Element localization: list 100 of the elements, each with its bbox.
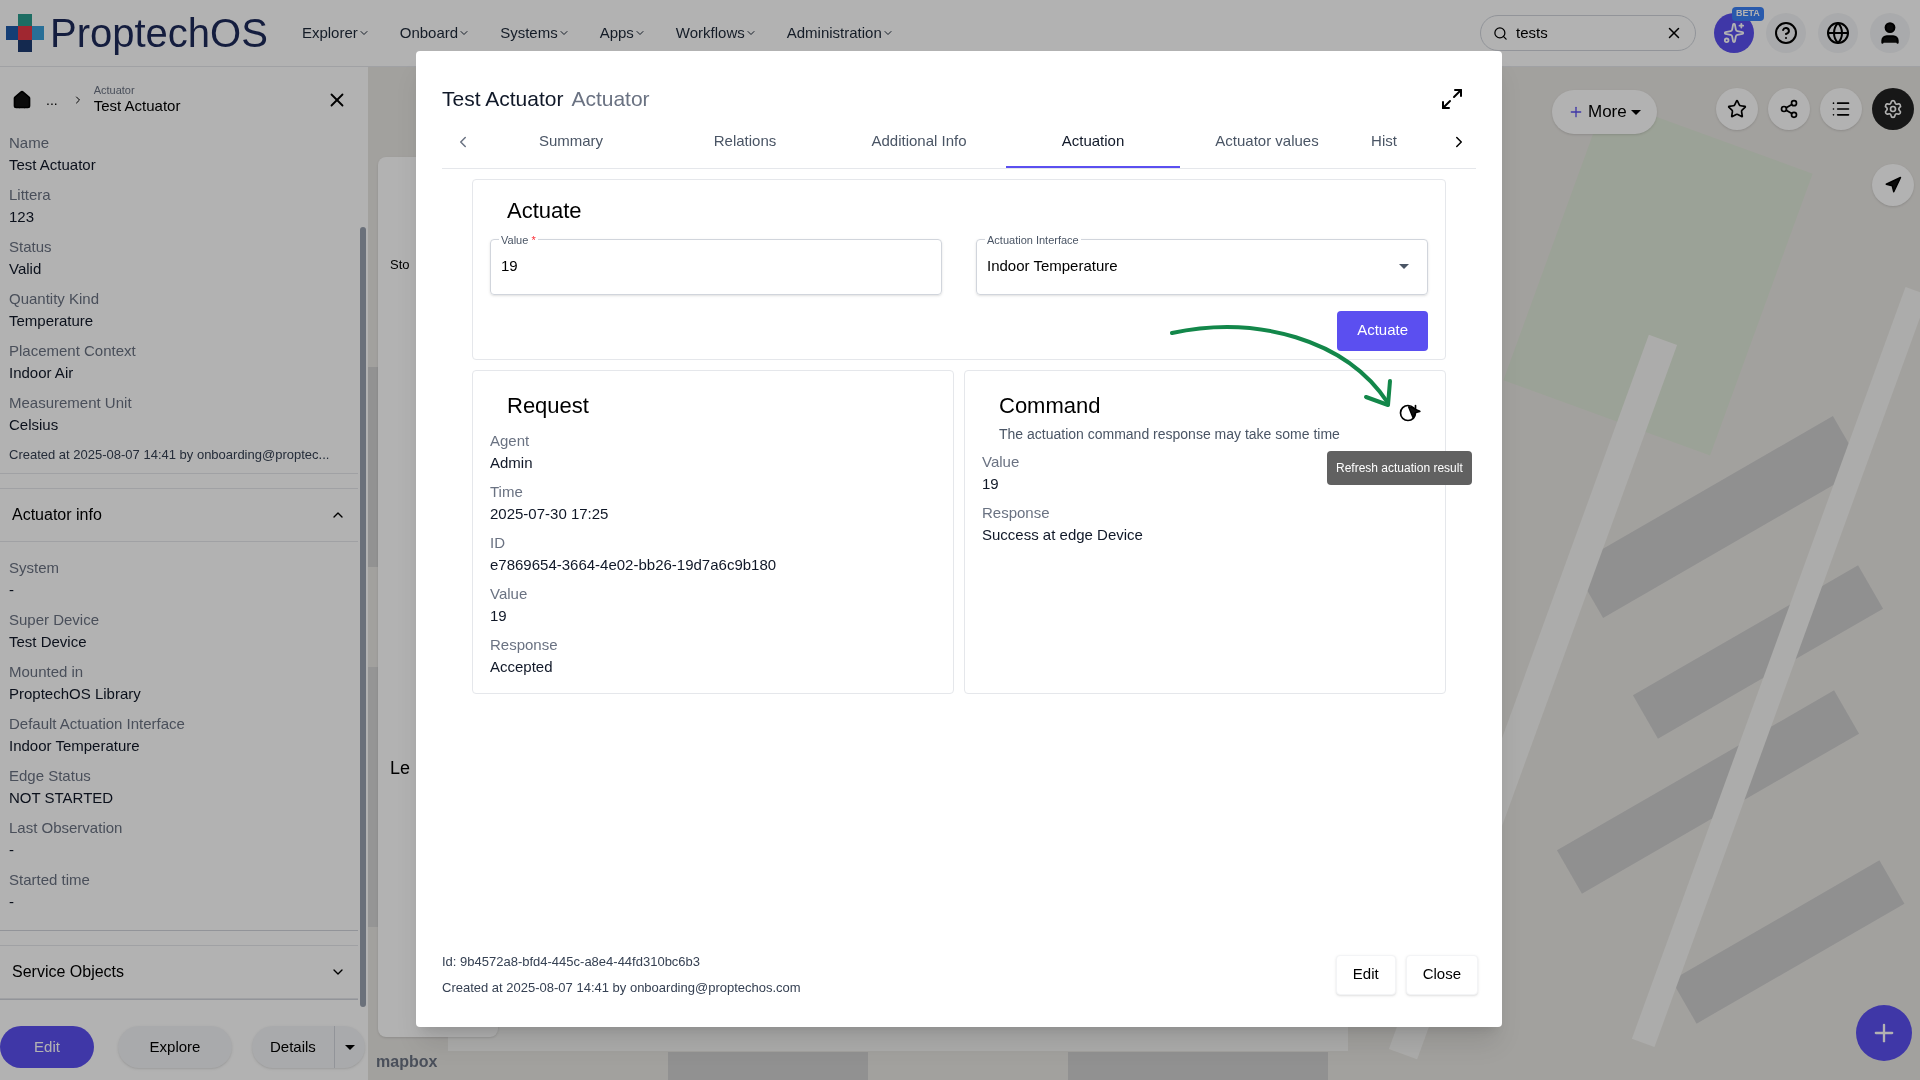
- section-header[interactable]: Actuator info: [0, 487, 358, 542]
- field-value: NOT STARTED: [9, 787, 114, 808]
- plus-icon: [1568, 104, 1584, 120]
- list-icon: [1831, 99, 1851, 119]
- nav-menu[interactable]: Systems: [500, 21, 570, 45]
- globe-icon: [1826, 21, 1850, 45]
- dialog-title: Test Actuator: [442, 86, 564, 112]
- tab[interactable]: Relations: [658, 116, 832, 168]
- map-attribution: mapbox: [376, 1052, 438, 1072]
- edit-button[interactable]: Edit: [0, 1026, 94, 1068]
- nav-menu[interactable]: Administration: [786, 21, 894, 45]
- field-label: Mounted in: [9, 661, 84, 682]
- field-label: Response: [490, 634, 558, 655]
- tooltip: Refresh actuation result: [1327, 451, 1472, 485]
- field-label: Value: [490, 583, 528, 604]
- nav-menu[interactable]: Apps: [599, 21, 646, 45]
- tab[interactable]: Summary: [484, 116, 658, 168]
- field-value: Indoor Temperature: [9, 735, 140, 756]
- search-value: tests: [1516, 22, 1549, 43]
- caret-icon: [1399, 264, 1409, 269]
- field-value: 2025-07-30 17:25: [490, 503, 609, 524]
- breadcrumb-title: Test Actuator: [93, 96, 181, 116]
- field-value: Test Device: [9, 631, 87, 652]
- field-label: Default Actuation Interface: [9, 713, 185, 734]
- field-value: 19: [982, 473, 999, 494]
- nav-menu[interactable]: Onboard: [399, 21, 471, 45]
- language-button[interactable]: [1818, 13, 1858, 53]
- field-label: Super Device: [9, 609, 100, 630]
- actuate-button[interactable]: Actuate: [1337, 310, 1428, 351]
- caret-icon: [1630, 109, 1641, 115]
- more-button[interactable]: More: [1552, 90, 1657, 134]
- home-icon[interactable]: [12, 90, 32, 110]
- share-icon: [1779, 99, 1799, 119]
- dialog-created: Created at 2025-08-07 14:41 by onboarding@proptechos.com: [442, 978, 801, 997]
- details-label[interactable]: Details: [252, 1035, 334, 1059]
- card-text: Sto: [390, 256, 411, 274]
- caret-icon[interactable]: [344, 1044, 355, 1050]
- search-icon: [1493, 25, 1508, 41]
- explore-button[interactable]: Explore: [118, 1026, 232, 1068]
- field-value: Valid: [9, 259, 42, 279]
- field-label: System: [9, 557, 59, 578]
- help-button[interactable]: [1766, 13, 1806, 53]
- app-logo[interactable]: ProptechOS: [50, 13, 268, 53]
- field-value: Success at edge Device: [982, 524, 1143, 545]
- user-button[interactable]: [1870, 13, 1910, 53]
- card-title: Actuate: [507, 196, 583, 225]
- field-label: Status: [9, 237, 52, 257]
- tab[interactable]: Hist: [1364, 116, 1404, 168]
- field-value: Admin: [490, 452, 533, 473]
- field-value: Test Actuator: [9, 155, 96, 175]
- field-value: 19: [490, 605, 507, 626]
- field-value: Indoor Air: [9, 363, 74, 383]
- footer-button[interactable]: Close: [1405, 954, 1478, 995]
- field-label: Edge Status: [9, 765, 91, 786]
- sparkles-icon: [1723, 22, 1745, 44]
- field-value: Indoor Temperature: [987, 256, 1118, 277]
- breadcrumb-ellipsis[interactable]: ...: [46, 89, 58, 111]
- field-label: Quantity Kind: [9, 289, 100, 309]
- field-label: ID: [490, 532, 505, 553]
- star-icon: [1727, 99, 1747, 119]
- field-label: Agent: [490, 430, 530, 451]
- details-split-button[interactable]: Details: [252, 1026, 365, 1068]
- field-value: -: [9, 891, 14, 912]
- field-value: -: [9, 839, 14, 860]
- field-label: Last Observation: [9, 817, 123, 838]
- field-value: ProptechOS Library: [9, 683, 141, 704]
- help-icon: [1774, 21, 1798, 45]
- field-label: Response: [982, 502, 1050, 523]
- expand-icon[interactable]: [1440, 86, 1464, 111]
- settings-icon: [1883, 99, 1903, 119]
- search-field[interactable]: tests: [1480, 15, 1696, 51]
- field-value: Temperature: [9, 311, 94, 331]
- field-value: 123: [9, 207, 35, 227]
- nav-menu[interactable]: Explorer: [301, 21, 370, 45]
- created-text: Created at 2025-08-07 14:41 by onboarding@proptec...: [9, 446, 331, 464]
- card-title: Request: [507, 391, 590, 420]
- field-value: Celsius: [9, 415, 59, 435]
- tab[interactable]: Actuator values: [1180, 116, 1354, 168]
- tab[interactable]: Additional Info: [832, 116, 1006, 168]
- beta-badge: BETA: [1732, 7, 1764, 21]
- field-value: 19: [501, 256, 518, 277]
- logo-icon: [4, 12, 46, 54]
- field-label: Started time: [9, 869, 90, 890]
- field-value: e7869654-3664-4e02-bb26-19d7a6c9b180: [490, 554, 777, 575]
- cursor-icon: [1406, 404, 1422, 420]
- field-label: Littera: [9, 185, 51, 205]
- field-label: Time: [490, 481, 523, 502]
- field-label: Placement Context: [9, 341, 136, 361]
- field-label: Measurement Unit: [9, 393, 132, 413]
- tab[interactable]: Actuation: [1006, 116, 1180, 168]
- field-value: Accepted: [490, 656, 553, 677]
- section-title: Service Objects: [12, 961, 125, 982]
- compass-icon: [1884, 176, 1902, 194]
- breadcrumb-type: Actuator: [93, 84, 136, 96]
- dialog-id: Id: 9b4572a8-bfd4-445c-a8e4-44fd310bc6b3: [442, 953, 702, 971]
- footer-button[interactable]: Edit: [1335, 954, 1396, 995]
- dialog-subtitle: Actuator: [571, 86, 650, 112]
- section-header[interactable]: Service Objects: [0, 944, 358, 999]
- nav-menu[interactable]: Workflows: [675, 21, 757, 45]
- field-label: Name: [9, 133, 49, 153]
